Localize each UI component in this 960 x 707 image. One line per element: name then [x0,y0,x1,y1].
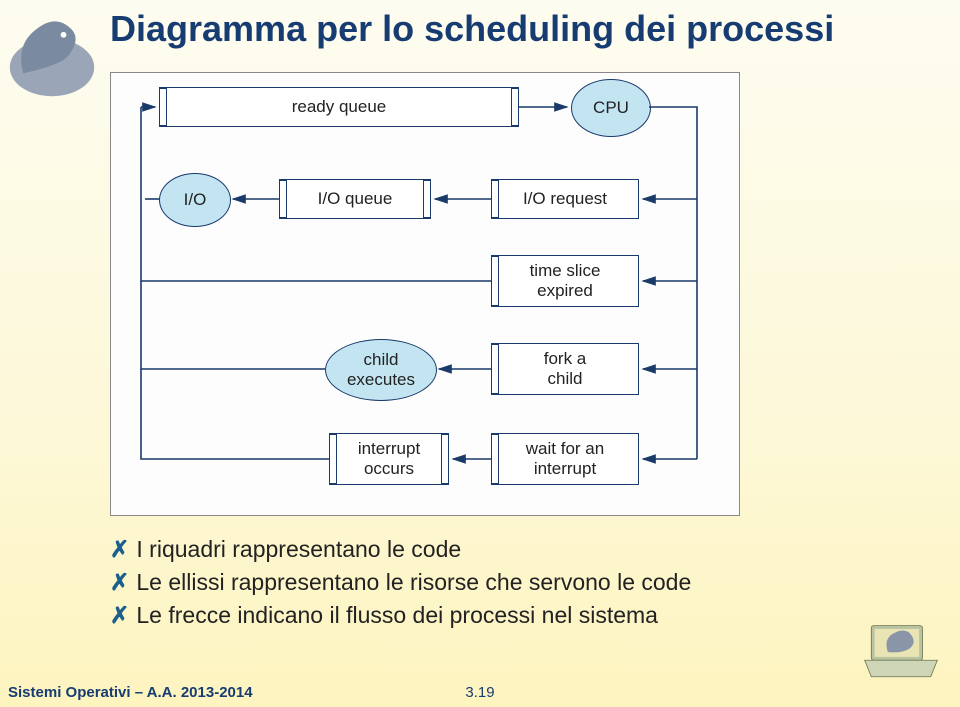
bullet-text: I riquadri rappresentano le code [136,536,461,562]
footer-course: Sistemi Operativi – A.A. 2013-2014 [8,684,253,701]
footer-page-number: 3.19 [465,684,494,701]
scheduling-diagram: ready queue CPU I/O I/O queue I/O reques… [110,72,740,516]
bullet-list: ✗ I riquadri rappresentano le code ✗ Le … [110,530,850,635]
bullet-icon: ✗ [110,569,130,596]
bullet-text: Le frecce indicano il flusso dei process… [136,602,658,628]
arrows-icon [111,73,739,515]
bullet-icon: ✗ [110,602,130,629]
dinosaur-logo-icon [4,4,100,104]
dinosaur-laptop-icon [856,619,946,685]
list-item: ✗ Le ellissi rappresentano le risorse ch… [110,569,850,596]
list-item: ✗ I riquadri rappresentano le code [110,536,850,563]
bullet-text: Le ellissi rappresentano le risorse che … [136,569,691,595]
page-title: Diagramma per lo scheduling dei processi [110,8,834,50]
list-item: ✗ Le frecce indicano il flusso dei proce… [110,602,850,629]
bullet-icon: ✗ [110,536,130,563]
